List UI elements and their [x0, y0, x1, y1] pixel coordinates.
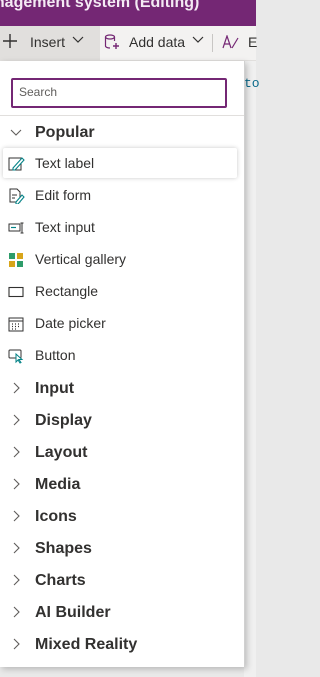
- category-label: Charts: [35, 572, 86, 589]
- item-date-picker[interactable]: Date picker: [3, 308, 237, 338]
- category-label: Layout: [35, 444, 88, 461]
- category-media[interactable]: Media: [0, 470, 244, 500]
- theme-label: E: [248, 34, 258, 50]
- vertical-gallery-icon: [8, 252, 25, 268]
- insert-button[interactable]: Insert: [0, 26, 100, 60]
- chevron-down-icon: [10, 125, 22, 137]
- category-label: Display: [35, 412, 92, 429]
- database-icon: [104, 34, 120, 53]
- category-input[interactable]: Input: [0, 374, 244, 404]
- item-text-label[interactable]: Text label: [3, 148, 237, 178]
- search-box[interactable]: [11, 78, 227, 108]
- item-edit-form[interactable]: Edit form: [3, 180, 237, 210]
- category-label: Shapes: [35, 540, 92, 557]
- chevron-down-icon: [72, 33, 84, 48]
- rectangle-icon: [8, 284, 25, 300]
- add-data-button[interactable]: Add data: [100, 26, 210, 60]
- plus-icon: [2, 32, 18, 55]
- category-label: Mixed Reality: [35, 636, 138, 653]
- insert-label: Insert: [30, 34, 66, 50]
- command-bar: Insert Add data E: [0, 26, 258, 61]
- formula-fragment: to: [244, 76, 260, 91]
- title-bar: anagement system (Editing): [0, 0, 256, 26]
- insert-flyout: Popular Text label Edit form: [0, 61, 245, 667]
- chevron-down-icon: [192, 33, 204, 48]
- search-input[interactable]: [13, 80, 225, 104]
- text-style-icon: [222, 34, 240, 52]
- chevron-right-icon: [10, 477, 22, 490]
- category-label: Icons: [35, 508, 77, 525]
- chevron-right-icon: [10, 413, 22, 426]
- app-title: anagement system (Editing): [0, 0, 200, 11]
- chevron-right-icon: [10, 541, 22, 554]
- item-label: Text label: [35, 155, 95, 171]
- chevron-right-icon: [10, 445, 22, 458]
- item-rectangle[interactable]: Rectangle: [3, 276, 237, 306]
- item-button[interactable]: Button: [3, 340, 237, 370]
- item-label: Vertical gallery: [35, 251, 127, 267]
- add-data-label: Add data: [129, 34, 186, 50]
- chevron-right-icon: [10, 637, 22, 650]
- category-label: Popular: [35, 124, 95, 141]
- item-text-input[interactable]: Text input: [3, 212, 237, 242]
- category-display[interactable]: Display: [0, 406, 244, 436]
- item-label: Edit form: [35, 187, 92, 203]
- category-mixed-reality[interactable]: Mixed Reality: [0, 630, 244, 660]
- item-label: Date picker: [35, 315, 106, 331]
- category-label: AI Builder: [35, 604, 111, 621]
- category-label: Media: [35, 476, 81, 493]
- date-picker-icon: [8, 316, 25, 332]
- chevron-right-icon: [10, 605, 22, 618]
- chevron-right-icon: [10, 381, 22, 394]
- text-label-icon: [8, 156, 25, 172]
- category-charts[interactable]: Charts: [0, 566, 244, 596]
- category-popular[interactable]: Popular: [0, 118, 244, 148]
- divider: [0, 115, 244, 116]
- canvas-area[interactable]: [244, 61, 256, 677]
- chevron-right-icon: [10, 573, 22, 586]
- theme-button[interactable]: E: [222, 26, 258, 60]
- text-input-icon: [8, 220, 25, 236]
- item-label: Text input: [35, 219, 95, 235]
- toolbar-divider: [212, 34, 213, 52]
- item-label: Rectangle: [35, 283, 99, 299]
- item-vertical-gallery[interactable]: Vertical gallery: [3, 244, 237, 274]
- category-icons[interactable]: Icons: [0, 502, 244, 532]
- category-shapes[interactable]: Shapes: [0, 534, 244, 564]
- category-ai-builder[interactable]: AI Builder: [0, 598, 244, 628]
- button-icon: [8, 348, 25, 364]
- item-label: Button: [35, 347, 76, 363]
- edit-form-icon: [8, 188, 25, 205]
- category-label: Input: [35, 380, 75, 397]
- category-layout[interactable]: Layout: [0, 438, 244, 468]
- chevron-right-icon: [10, 509, 22, 522]
